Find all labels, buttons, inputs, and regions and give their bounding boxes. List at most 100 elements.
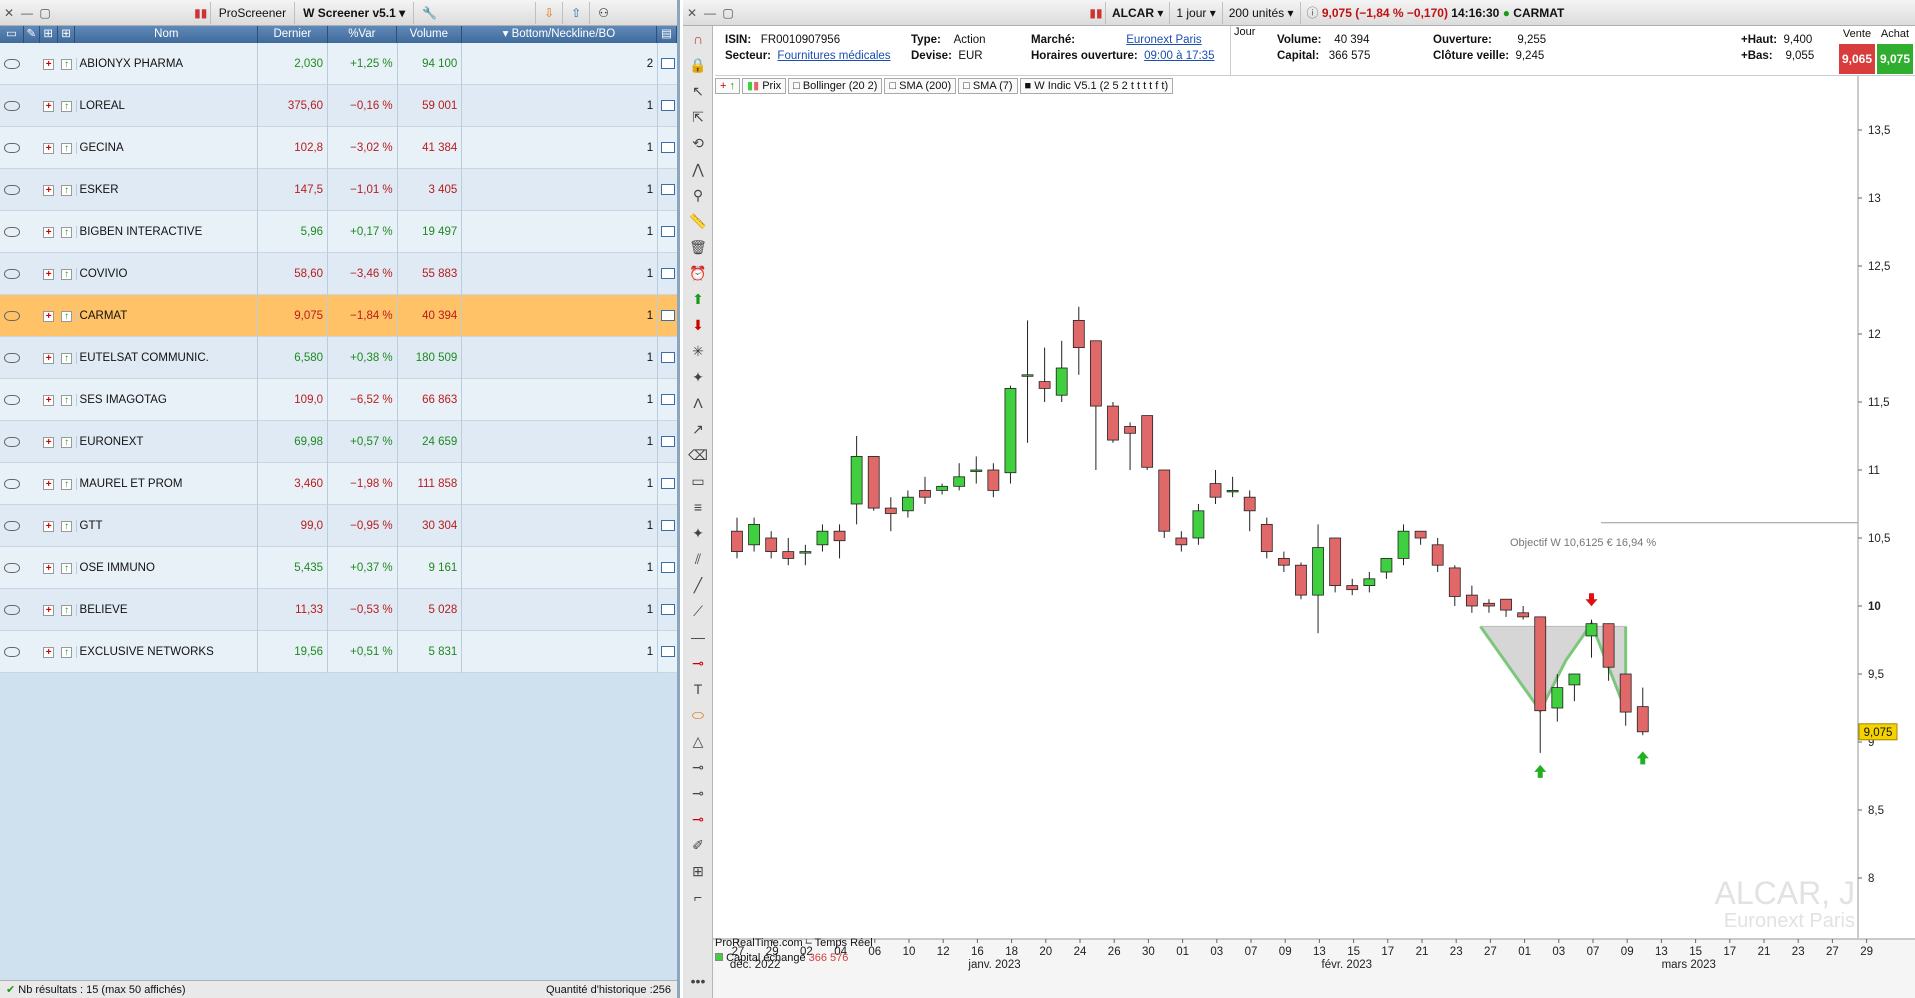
red-marker-icon[interactable]: + (40, 268, 58, 280)
chart-svg[interactable]: 88,599,51010,51111,51212,51313,514272902… (713, 76, 1915, 998)
sort-icon[interactable]: ⇩ (535, 1, 562, 24)
legend-add-icon[interactable]: + ↑ (715, 78, 740, 94)
table-row[interactable]: + ↑ GTT 99,0 −0,95 % 30 304 1 (0, 504, 677, 547)
green-arrow-icon[interactable]: ↑ (58, 184, 76, 196)
units-select[interactable]: 200 unités ▾ (1221, 1, 1300, 24)
col-dernier[interactable]: Dernier (258, 26, 328, 43)
table-row[interactable]: + ↑ GECINA 102,8 −3,02 % 41 384 1 (0, 126, 677, 169)
green-arrow-icon[interactable]: ↑ (58, 436, 76, 448)
monitor-icon[interactable] (0, 519, 24, 532)
sell-button[interactable]: 9,065 (1839, 44, 1875, 74)
red-marker-icon[interactable]: + (40, 100, 58, 112)
monitor-icon[interactable] (0, 435, 24, 448)
triangle-icon[interactable]: △ (683, 728, 713, 754)
upload-icon[interactable]: ⇧ (562, 1, 589, 24)
red-marker-icon[interactable]: + (40, 562, 58, 574)
red-marker-icon[interactable]: + (40, 310, 58, 322)
ray-icon[interactable]: ⊸ (683, 650, 713, 676)
zigzag-icon[interactable]: ⋀ (683, 156, 713, 182)
chart-icon[interactable] (657, 84, 677, 127)
chart-icon[interactable] (657, 378, 677, 421)
buy-button[interactable]: 9,075 (1877, 44, 1913, 74)
monitor-icon[interactable] (0, 393, 24, 406)
sell-arrow-icon[interactable]: ⬇ (683, 312, 713, 338)
minimize-icon[interactable]: — (18, 6, 36, 20)
table-row[interactable]: + ↑ BELIEVE 11,33 −0,53 % 5 028 1 (0, 588, 677, 631)
col-nom[interactable]: Nom (75, 26, 259, 43)
red-marker-icon[interactable]: + (40, 436, 58, 448)
price-chart[interactable]: 88,599,51010,51111,51212,51313,514272902… (713, 76, 1915, 998)
table-row[interactable]: + ↑ EUTELSAT COMMUNIC. 6,580 +0,38 % 180 509 1 (0, 336, 677, 379)
green-arrow-icon[interactable]: ↑ (58, 352, 76, 364)
monitor-icon[interactable] (0, 645, 24, 658)
col-wrench-icon[interactable]: ✎ (24, 26, 40, 43)
lock-icon[interactable]: 🔒 (683, 52, 713, 78)
monitor-icon[interactable] (0, 99, 24, 112)
monitor-icon[interactable] (0, 477, 24, 490)
minimize-icon[interactable]: — (701, 6, 719, 20)
share-icon[interactable]: ⚇ (589, 1, 617, 24)
table-row[interactable]: + ↑ ESKER 147,5 −1,01 % 3 405 1 (0, 168, 677, 211)
hray-icon-3[interactable]: ⊸ (683, 806, 713, 832)
monitor-icon[interactable] (0, 561, 24, 574)
table-row[interactable]: + ↑ COVIVIO 58,60 −3,46 % 55 883 1 (0, 252, 677, 295)
text-icon[interactable]: T (683, 676, 713, 702)
red-marker-icon[interactable]: + (40, 142, 58, 154)
col-volume[interactable]: Volume (397, 26, 462, 43)
green-arrow-icon[interactable]: ↑ (58, 268, 76, 280)
ruler-icon[interactable]: 📏 (683, 208, 713, 234)
col-var[interactable]: %Var (328, 26, 398, 43)
screener-select[interactable]: W Screener v5.1 ▾ (294, 1, 413, 24)
chart-icon[interactable] (657, 336, 677, 379)
legend-item[interactable]: ▮▮ Prix (742, 78, 787, 94)
chart-icon[interactable] (657, 126, 677, 169)
red-marker-icon[interactable]: + (40, 604, 58, 616)
candlestick-icon[interactable]: ▮▮ (192, 6, 210, 20)
green-arrow-icon[interactable]: ↑ (58, 310, 76, 322)
green-arrow-icon[interactable]: ↑ (58, 100, 76, 112)
parallel-icon[interactable]: ⫽ (683, 546, 713, 572)
monitor-icon[interactable] (0, 309, 24, 322)
chart-icon[interactable] (657, 546, 677, 589)
table-row[interactable]: + ↑ LOREAL 375,60 −0,16 % 59 001 1 (0, 84, 677, 127)
hray-icon-2[interactable]: ⊸ (683, 780, 713, 806)
more-tools-icon[interactable]: ••• (683, 968, 713, 994)
chart-icon[interactable] (657, 630, 677, 673)
chart-icon[interactable] (657, 210, 677, 253)
green-arrow-icon[interactable]: ↑ (58, 142, 76, 154)
table-row[interactable]: + ↑ EURONEXT 69,98 +0,57 % 24 659 1 (0, 420, 677, 463)
symbol-select[interactable]: ALCAR ▾ (1105, 1, 1169, 24)
red-marker-icon[interactable]: + (40, 646, 58, 658)
green-arrow-icon[interactable]: ↑ (58, 646, 76, 658)
hline-icon[interactable]: — (683, 624, 713, 650)
chart-icon[interactable] (657, 252, 677, 295)
magnet-icon[interactable]: ∩ (683, 26, 713, 52)
monitor-icon[interactable] (0, 183, 24, 196)
green-arrow-icon[interactable]: ↑ (58, 58, 76, 70)
legend-item[interactable]: ■ W Indic V5.1 (2 5 2 t t t t f t) (1019, 78, 1174, 94)
red-marker-icon[interactable]: + (40, 184, 58, 196)
table-row[interactable]: + ↑ BIGBEN INTERACTIVE 5,96 +0,17 % 19 497 1 (0, 210, 677, 253)
table-row[interactable]: + ↑ OSE IMMUNO 5,435 +0,37 % 9 161 1 (0, 546, 677, 589)
cursor-alt-icon[interactable]: ⇱ (683, 104, 713, 130)
green-arrow-icon[interactable]: ↑ (58, 478, 76, 490)
monitor-icon[interactable] (0, 225, 24, 238)
monitor-icon[interactable] (0, 351, 24, 364)
red-marker-icon[interactable]: + (40, 394, 58, 406)
info-icon[interactable]: ⓘ (1307, 6, 1319, 20)
segment-icon[interactable]: ⟋ (683, 598, 713, 624)
cursor-icon[interactable]: ↖ (683, 78, 713, 104)
col-bottom[interactable]: ▾ Bottom/Neckline/BO (462, 26, 658, 43)
table-row[interactable]: + ↑ EXCLUSIVE NETWORKS 19,56 +0,51 % 5 831 1 (0, 630, 677, 673)
channel-icon[interactable]: ≡ (683, 494, 713, 520)
star-icon[interactable]: ✦ (683, 520, 713, 546)
line-icon[interactable]: ╱ (683, 572, 713, 598)
close-icon[interactable]: ✕ (0, 6, 18, 20)
buy-arrow-icon[interactable]: ⬆ (683, 286, 713, 312)
hours-link[interactable]: 09:00 à 17:35 (1144, 50, 1214, 62)
arrow-draw-icon[interactable]: ↗ (683, 416, 713, 442)
monitor-icon[interactable] (0, 603, 24, 616)
zoom-icon[interactable]: ⚲ (683, 182, 713, 208)
green-arrow-icon[interactable]: ↑ (58, 520, 76, 532)
green-arrow-icon[interactable]: ↑ (58, 394, 76, 406)
